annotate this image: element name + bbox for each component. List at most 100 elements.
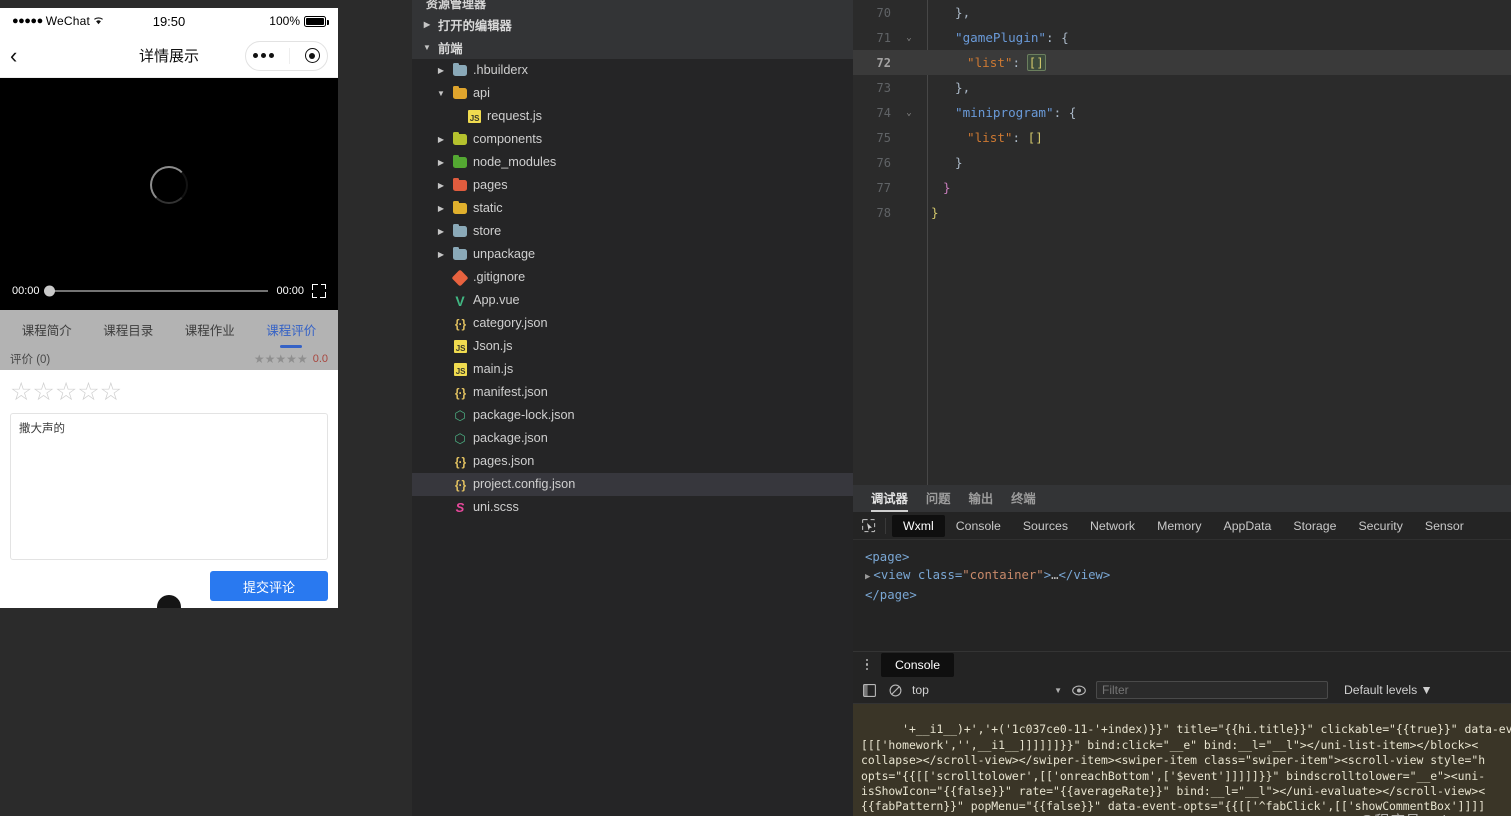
code-line[interactable]: 70}, bbox=[853, 0, 1511, 25]
star-rating-input[interactable]: ☆☆☆☆☆ bbox=[10, 380, 328, 405]
git-icon bbox=[451, 269, 469, 286]
live-expression-icon[interactable] bbox=[1070, 682, 1088, 699]
chevron-right-icon[interactable]: ▶ bbox=[435, 181, 447, 190]
code-line[interactable]: 78} bbox=[853, 200, 1511, 225]
file-tree-item[interactable]: .gitignore bbox=[412, 266, 853, 289]
wxml-line-view[interactable]: ▶ <view class="container">…</view> bbox=[865, 566, 1499, 586]
console-levels-select[interactable]: Default levels ▼ bbox=[1344, 683, 1433, 697]
file-tree-item[interactable]: ▶ unpackage bbox=[412, 243, 853, 266]
file-tree-item-label: .gitignore bbox=[473, 270, 526, 285]
course-tab-0[interactable]: 课程简介 bbox=[20, 314, 74, 345]
code-line[interactable]: 73}, bbox=[853, 75, 1511, 100]
console-output: '+__i1__)+','+('1c037ce0-11-'+index)}}" … bbox=[853, 704, 1511, 816]
code-line[interactable]: 72 "list": [] bbox=[853, 50, 1511, 75]
file-tree-item[interactable]: {·} category.json bbox=[412, 312, 853, 335]
devtools-panel-tab-2[interactable]: 输出 bbox=[969, 489, 994, 512]
devtools-tab-security[interactable]: Security bbox=[1347, 515, 1413, 537]
wxml-line-page-open: <page> bbox=[865, 550, 910, 564]
chevron-right-icon[interactable]: ▶ bbox=[435, 204, 447, 213]
fold-chevron-icon[interactable]: ⌄ bbox=[899, 108, 919, 118]
signal-dots-icon: ●●●●● bbox=[12, 15, 43, 27]
file-tree-item[interactable]: ▶ node_modules bbox=[412, 151, 853, 174]
back-chevron-icon[interactable]: ‹ bbox=[10, 44, 36, 67]
video-current-time: 00:00 bbox=[12, 285, 40, 297]
line-number: 72 bbox=[876, 55, 891, 70]
code-line[interactable]: 75 "list": [] bbox=[853, 125, 1511, 150]
devtools-panel-tab-1[interactable]: 问题 bbox=[926, 489, 951, 512]
file-tree-item[interactable]: {·} pages.json bbox=[412, 450, 853, 473]
chevron-down-icon[interactable]: ▼ bbox=[421, 43, 433, 52]
devtools-tab-storage[interactable]: Storage bbox=[1282, 515, 1347, 537]
file-tree-item-label: package-lock.json bbox=[473, 408, 575, 423]
video-player[interactable]: 00:00 00:00 bbox=[0, 78, 338, 310]
file-tree-item[interactable]: ▶ static bbox=[412, 197, 853, 220]
course-tab-1[interactable]: 课程目录 bbox=[101, 314, 155, 345]
file-tree-item[interactable]: ⬡ package-lock.json bbox=[412, 404, 853, 427]
javascript-icon: JS bbox=[452, 339, 468, 355]
target-circle-icon[interactable] bbox=[304, 48, 320, 63]
expand-arrow-icon[interactable]: ▶ bbox=[865, 572, 870, 582]
devtools-tab-sensor[interactable]: Sensor bbox=[1414, 515, 1475, 537]
devtools-tab-appdata[interactable]: AppData bbox=[1213, 515, 1283, 537]
inspect-element-icon[interactable] bbox=[857, 515, 881, 537]
file-tree-item[interactable]: JS main.js bbox=[412, 358, 853, 381]
file-tree-item[interactable]: ▶ components bbox=[412, 128, 853, 151]
file-tree-item-label: manifest.json bbox=[473, 385, 548, 400]
video-total-time: 00:00 bbox=[276, 285, 304, 297]
console-context-select[interactable]: top ▼ bbox=[912, 683, 1062, 697]
file-tree-item[interactable]: ⬡ package.json bbox=[412, 427, 853, 450]
chevron-right-icon[interactable]: ▶ bbox=[435, 66, 447, 75]
code-line[interactable]: 77} bbox=[853, 175, 1511, 200]
more-dots-icon[interactable] bbox=[253, 53, 275, 58]
chevron-right-icon[interactable]: ▶ bbox=[435, 135, 447, 144]
chevron-right-icon[interactable]: ▶ bbox=[435, 158, 447, 167]
devtools-tab-network[interactable]: Network bbox=[1079, 515, 1146, 537]
course-tab-3[interactable]: 课程评价 bbox=[264, 314, 318, 345]
file-tree-item[interactable]: ▶ pages bbox=[412, 174, 853, 197]
devtools-tab-memory[interactable]: Memory bbox=[1146, 515, 1212, 537]
console-drawer-tab[interactable]: Console bbox=[881, 652, 955, 677]
file-tree-item[interactable]: {·} project.config.json bbox=[412, 473, 853, 496]
file-tree-item[interactable]: Suni.scss bbox=[412, 496, 853, 519]
file-tree-item[interactable]: ▶ store bbox=[412, 220, 853, 243]
devtools-tab-sources[interactable]: Sources bbox=[1012, 515, 1079, 537]
file-tree-item[interactable]: {·} manifest.json bbox=[412, 381, 853, 404]
fold-chevron-icon[interactable]: ⌄ bbox=[899, 33, 919, 43]
explorer-section-1[interactable]: ▼ 前端 bbox=[412, 36, 853, 59]
kebab-menu-icon[interactable] bbox=[859, 658, 875, 671]
clear-console-icon[interactable] bbox=[886, 682, 904, 699]
file-tree-item[interactable]: JS Json.js bbox=[412, 335, 853, 358]
npm-icon: ⬡ bbox=[454, 431, 466, 446]
chevron-right-icon[interactable]: ▶ bbox=[435, 227, 447, 236]
file-tree-item[interactable]: ▶ .hbuilderx bbox=[412, 59, 853, 82]
npm-icon: ⬡ bbox=[454, 408, 466, 423]
code-line[interactable]: 74 ⌄ "miniprogram": { bbox=[853, 100, 1511, 125]
chevron-right-icon[interactable]: ▶ bbox=[435, 250, 447, 259]
devtools-tab-wxml[interactable]: Wxml bbox=[892, 514, 945, 537]
fullscreen-icon[interactable] bbox=[312, 284, 326, 298]
wxml-tag-open: <view class= bbox=[873, 568, 963, 582]
submit-comment-button[interactable]: 提交评论 bbox=[210, 571, 328, 601]
devtools-panel-tab-0[interactable]: 调试器 bbox=[871, 489, 908, 512]
file-tree-item[interactable]: V App.vue bbox=[412, 289, 853, 312]
devtools-tab-console[interactable]: Console bbox=[945, 515, 1012, 537]
video-progress-knob[interactable] bbox=[43, 285, 55, 297]
video-progress-bar[interactable] bbox=[43, 285, 269, 297]
console-sidebar-icon[interactable] bbox=[860, 682, 878, 699]
code-editor[interactable]: 70}, 71 ⌄ "gamePlugin": {72 "list": [] 73}, 74… bbox=[853, 0, 1511, 485]
file-tree-item[interactable]: JS request.js bbox=[412, 105, 853, 128]
explorer-section-0[interactable]: ▶ 打开的编辑器 bbox=[412, 13, 853, 36]
chevron-down-icon[interactable]: ▼ bbox=[1054, 686, 1062, 695]
code-line[interactable]: 71 ⌄ "gamePlugin": { bbox=[853, 25, 1511, 50]
devtools-panel-tab-3[interactable]: 终端 bbox=[1011, 489, 1036, 512]
line-number: 77 bbox=[876, 180, 891, 195]
console-filter-input[interactable] bbox=[1096, 681, 1328, 699]
wechat-capsule-menu[interactable] bbox=[245, 40, 328, 71]
chevron-right-icon[interactable]: ▶ bbox=[421, 20, 433, 29]
file-tree-item[interactable]: ▼ api bbox=[412, 82, 853, 105]
course-tab-2[interactable]: 课程作业 bbox=[183, 314, 237, 345]
comment-textarea[interactable]: 撒大声的 bbox=[10, 413, 328, 560]
wxml-tree-view[interactable]: <page> ▶ <view class="container">…</view>… bbox=[853, 540, 1511, 651]
chevron-down-icon[interactable]: ▼ bbox=[435, 89, 447, 98]
code-line[interactable]: 76} bbox=[853, 150, 1511, 175]
